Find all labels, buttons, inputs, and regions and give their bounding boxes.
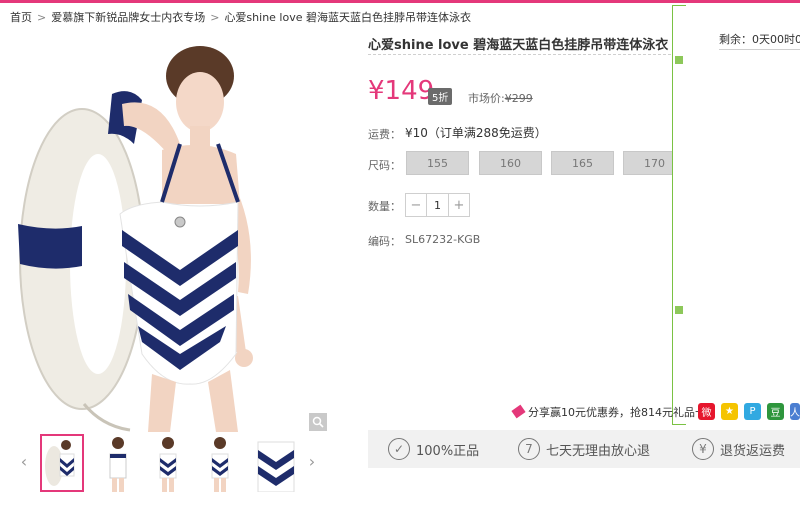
main-product-image[interactable] [12,34,328,432]
thumbnail-3[interactable] [146,434,190,492]
seven-days-icon: 7 [518,438,540,460]
thumbnail-5[interactable] [254,434,298,492]
quantity-label: 数量： [368,200,401,213]
guarantee-authentic-label: 100%正品 [416,443,480,459]
current-price: ¥149 [368,76,435,106]
thumbnail-1[interactable] [40,434,84,492]
quantity-stepper: − 1 + [405,193,470,217]
thumbnail-4[interactable] [198,434,242,492]
top-accent-line [0,0,800,3]
quantity-input[interactable]: 1 [426,194,449,216]
size-option-165[interactable]: 165 [551,151,614,175]
qzone-icon[interactable]: ★ [721,403,738,420]
chevron-right-icon[interactable]: › [306,454,318,470]
weibo-icon[interactable]: 微 [698,403,715,420]
shield-icon: ✓ [388,438,410,460]
product-title: 心爱shine love 碧海蓝天蓝白色挂脖吊带连体泳衣 [368,38,669,53]
market-price: 市场价:¥299 [468,90,533,106]
panel-marker [675,306,683,314]
discount-badge: 5折 [428,88,453,105]
thumbnail-2[interactable] [96,434,140,492]
douban-icon[interactable]: 豆 [767,403,784,420]
breadcrumb: 首页 > 爱慕旗下新锐品牌女士内衣专场 > 心爱shine love 碧海蓝天蓝白色挂脖… [10,9,471,25]
breadcrumb-category-link[interactable]: 爱慕旗下新锐品牌女士内衣专场 [51,11,205,24]
chevron-left-icon[interactable]: ‹ [18,454,30,470]
guarantee-return-shipping-label: 退货返运费 [720,443,786,459]
breadcrumb-separator: > [37,11,47,24]
tencent-weibo-icon[interactable]: P [744,403,761,420]
size-option-155[interactable]: 155 [406,151,469,175]
countdown-timer: 剩余：0天00时00分 [719,31,800,50]
quantity-decrease-button[interactable]: − [406,194,426,216]
guarantee-seven-day-return: 7 七天无理由放心退 [518,437,650,461]
guarantee-authentic: ✓ 100%正品 [388,437,479,461]
return-shipping-icon: ¥ [692,438,714,460]
product-code: SL67232-KGB [405,233,481,246]
guarantee-bar: ✓ 100%正品 7 七天无理由放心退 ¥ 退货返运费 [368,430,800,468]
product-photo [12,34,328,432]
breadcrumb-home-link[interactable]: 首页 [10,11,32,24]
quantity-increase-button[interactable]: + [449,194,469,216]
breadcrumb-current: 心爱shine love 碧海蓝天蓝白色挂脖吊带连体泳衣 [224,11,471,24]
side-panel-overlay[interactable] [672,5,686,425]
guarantee-return-shipping: ¥ 退货返运费 [692,437,785,461]
panel-marker [675,56,683,64]
renren-icon[interactable]: 人 [790,403,800,420]
code-label: 编码： [368,235,401,248]
title-divider [368,54,686,55]
tag-icon [511,404,526,419]
guarantee-seven-day-label: 七天无理由放心退 [546,443,651,459]
thumbnail-strip: ‹ › [16,432,326,494]
share-promo-text: 分享赢10元优惠券，抢814元礼品卡： [528,406,717,419]
size-option-160[interactable]: 160 [479,151,542,175]
breadcrumb-separator: > [210,11,220,24]
shipping-value: ¥10（订单满288免运费） [405,126,547,140]
shipping-label: 运费： [368,128,401,141]
market-price-label: 市场价: [468,92,505,105]
market-price-value: ¥299 [504,92,533,105]
size-label: 尺码： [368,159,401,172]
zoom-icon[interactable] [309,413,327,431]
